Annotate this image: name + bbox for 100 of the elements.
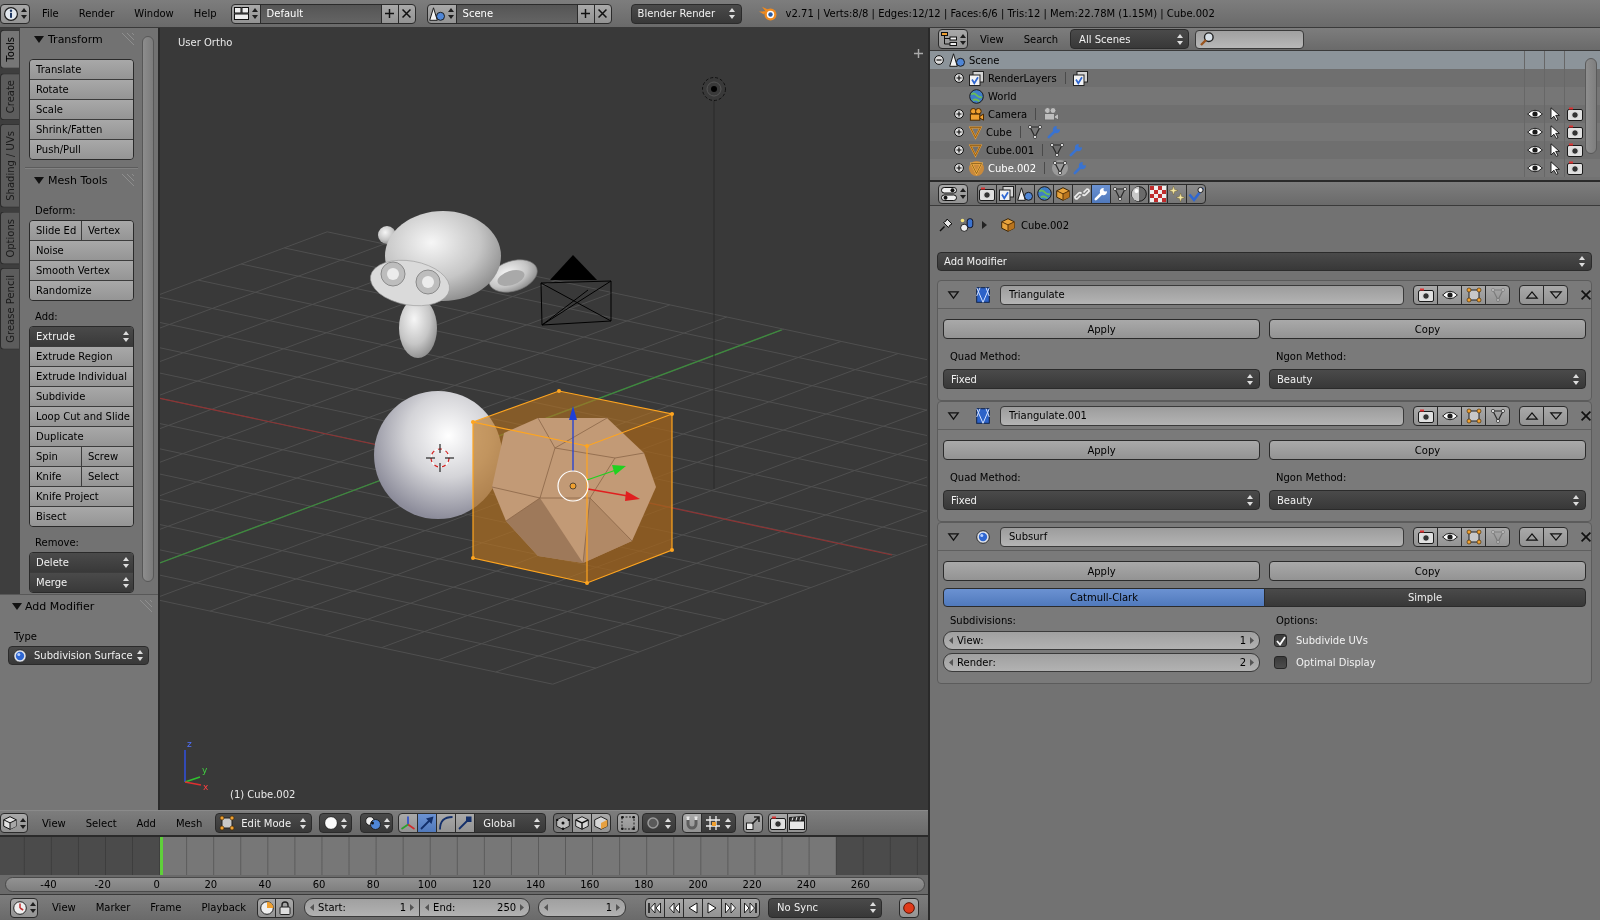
apply-button[interactable]: Apply	[943, 561, 1260, 581]
move-down-button[interactable]	[1543, 526, 1568, 547]
context-tab[interactable]	[1186, 183, 1206, 204]
tool-button[interactable]: Randomize	[30, 281, 133, 300]
number-field[interactable]: End: 250	[419, 898, 531, 917]
tool-button[interactable]: Bisect	[30, 507, 133, 526]
triangle-icon[interactable]	[948, 411, 959, 420]
outliner-item[interactable]: World	[930, 87, 1600, 105]
edit-mode-toggle[interactable]	[1461, 526, 1486, 547]
copy-button[interactable]: Copy	[1269, 319, 1586, 339]
menu-item[interactable]: Search	[1013, 29, 1069, 49]
move-down-button[interactable]	[1543, 405, 1568, 426]
remove-button[interactable]	[397, 3, 416, 24]
move-down-button[interactable]	[1543, 284, 1568, 305]
context-tab[interactable]	[1053, 183, 1073, 204]
add-modifier-dropdown[interactable]: Add Modifier	[937, 252, 1592, 271]
menu-item[interactable]: Help	[183, 3, 227, 24]
tool-button[interactable]: Screw	[81, 447, 133, 466]
eye-icon[interactable]	[1526, 109, 1543, 119]
editor-type-button[interactable]	[10, 897, 38, 918]
render-engine-dropdown[interactable]: Blender Render	[630, 3, 742, 24]
expand-toggle-icon[interactable]	[934, 55, 944, 65]
manipulator-toggle[interactable]	[455, 813, 476, 833]
number-field[interactable]: View: 1	[943, 631, 1260, 650]
menu-item[interactable]: File	[32, 3, 69, 24]
context-tab[interactable]	[1110, 183, 1130, 204]
playback-button[interactable]	[683, 897, 704, 918]
tool-button[interactable]: Vertex	[81, 221, 133, 240]
dropdown[interactable]: Delete	[30, 553, 133, 572]
algorithm-tab[interactable]: Simple	[1264, 588, 1586, 607]
expand-toggle-icon[interactable]	[954, 73, 964, 83]
number-field[interactable]: 1	[538, 898, 627, 917]
tool-button[interactable]: Knife	[30, 467, 81, 486]
outliner-item[interactable]: Cube	[930, 123, 1600, 141]
shading-dropdown[interactable]	[319, 813, 353, 833]
menu-item[interactable]: View	[970, 29, 1014, 49]
camera-icon[interactable]	[1566, 107, 1583, 121]
scene-field[interactable]: Scene	[455, 3, 578, 24]
context-tab[interactable]	[1148, 183, 1168, 204]
context-tab[interactable]	[1072, 183, 1092, 204]
snap-element-dropdown[interactable]	[701, 813, 737, 833]
expand-toggle-icon[interactable]	[954, 109, 964, 119]
expand-toggle-icon[interactable]	[954, 145, 964, 155]
tool-button[interactable]: Smooth Vertex	[30, 261, 133, 280]
tool-button[interactable]: Push/Pull	[30, 140, 133, 159]
mode-dropdown[interactable]: Edit Mode	[215, 813, 313, 833]
cursor-icon[interactable]	[1549, 161, 1560, 175]
tool-button[interactable]: Loop Cut and Slide	[30, 407, 133, 426]
render-toggle[interactable]	[1413, 284, 1438, 305]
menu-item[interactable]: Marker	[85, 897, 141, 918]
tool-button[interactable]: Subdivide	[30, 387, 133, 406]
playback-button[interactable]	[702, 897, 723, 918]
add-button[interactable]	[380, 3, 399, 24]
tool-button[interactable]: Spin	[30, 447, 81, 466]
eye-icon[interactable]	[1526, 145, 1543, 155]
tool-button[interactable]: Duplicate	[30, 427, 133, 446]
tab[interactable]: Tools	[0, 30, 19, 69]
playback-button[interactable]	[645, 897, 666, 918]
eye-icon[interactable]	[1526, 127, 1543, 137]
editor-type-button[interactable]	[938, 29, 968, 49]
snap-target-button[interactable]	[743, 813, 764, 833]
eye-icon[interactable]	[1526, 163, 1543, 173]
browse-button[interactable]	[230, 3, 261, 24]
expand-toggle-icon[interactable]	[954, 163, 964, 173]
move-up-button[interactable]	[1519, 405, 1544, 426]
snap-toggle[interactable]	[682, 813, 703, 833]
close-icon[interactable]	[1581, 289, 1591, 300]
camera-icon[interactable]	[1566, 143, 1583, 157]
screen-layout-field[interactable]: Default	[259, 3, 382, 24]
edit-mode-toggle[interactable]	[1461, 405, 1486, 426]
scrollbar[interactable]	[142, 36, 154, 582]
cursor-icon[interactable]	[1549, 125, 1560, 139]
dropdown[interactable]: Beauty	[1269, 490, 1586, 510]
close-icon[interactable]	[1581, 531, 1591, 542]
menu-item[interactable]: View	[42, 897, 86, 918]
dropdown[interactable]: Beauty	[1269, 369, 1586, 389]
copy-button[interactable]: Copy	[1269, 561, 1586, 581]
keying-button[interactable]	[257, 897, 277, 918]
menu-item[interactable]: Playback	[191, 897, 257, 918]
manipulator-toggle[interactable]	[436, 813, 457, 833]
tool-button[interactable]: Noise	[30, 241, 133, 260]
name-field[interactable]: Triangulate.001	[1000, 405, 1404, 426]
context-tab[interactable]	[996, 183, 1016, 204]
checkbox[interactable]	[1274, 634, 1287, 647]
camera-icon[interactable]	[1566, 125, 1583, 139]
tool-button[interactable]: Knife Project	[30, 487, 133, 506]
triangle-icon[interactable]	[12, 602, 22, 610]
expand-toggle-icon[interactable]	[954, 127, 964, 137]
context-tab[interactable]	[1034, 183, 1054, 204]
transform-gizmo[interactable]	[557, 406, 640, 502]
menu-item[interactable]: Frame	[140, 897, 192, 918]
playback-button[interactable]	[721, 897, 742, 918]
plus-icon[interactable]	[914, 49, 923, 58]
pin-icon[interactable]	[939, 218, 953, 232]
select-mode-toggle[interactable]	[553, 813, 574, 833]
triangle-icon[interactable]	[34, 176, 44, 184]
name-field[interactable]: Subsurf	[1000, 526, 1404, 547]
number-field[interactable]: Render: 2	[943, 653, 1260, 672]
menu-item[interactable]: Mesh	[165, 813, 213, 833]
triangle-icon[interactable]	[34, 35, 44, 43]
